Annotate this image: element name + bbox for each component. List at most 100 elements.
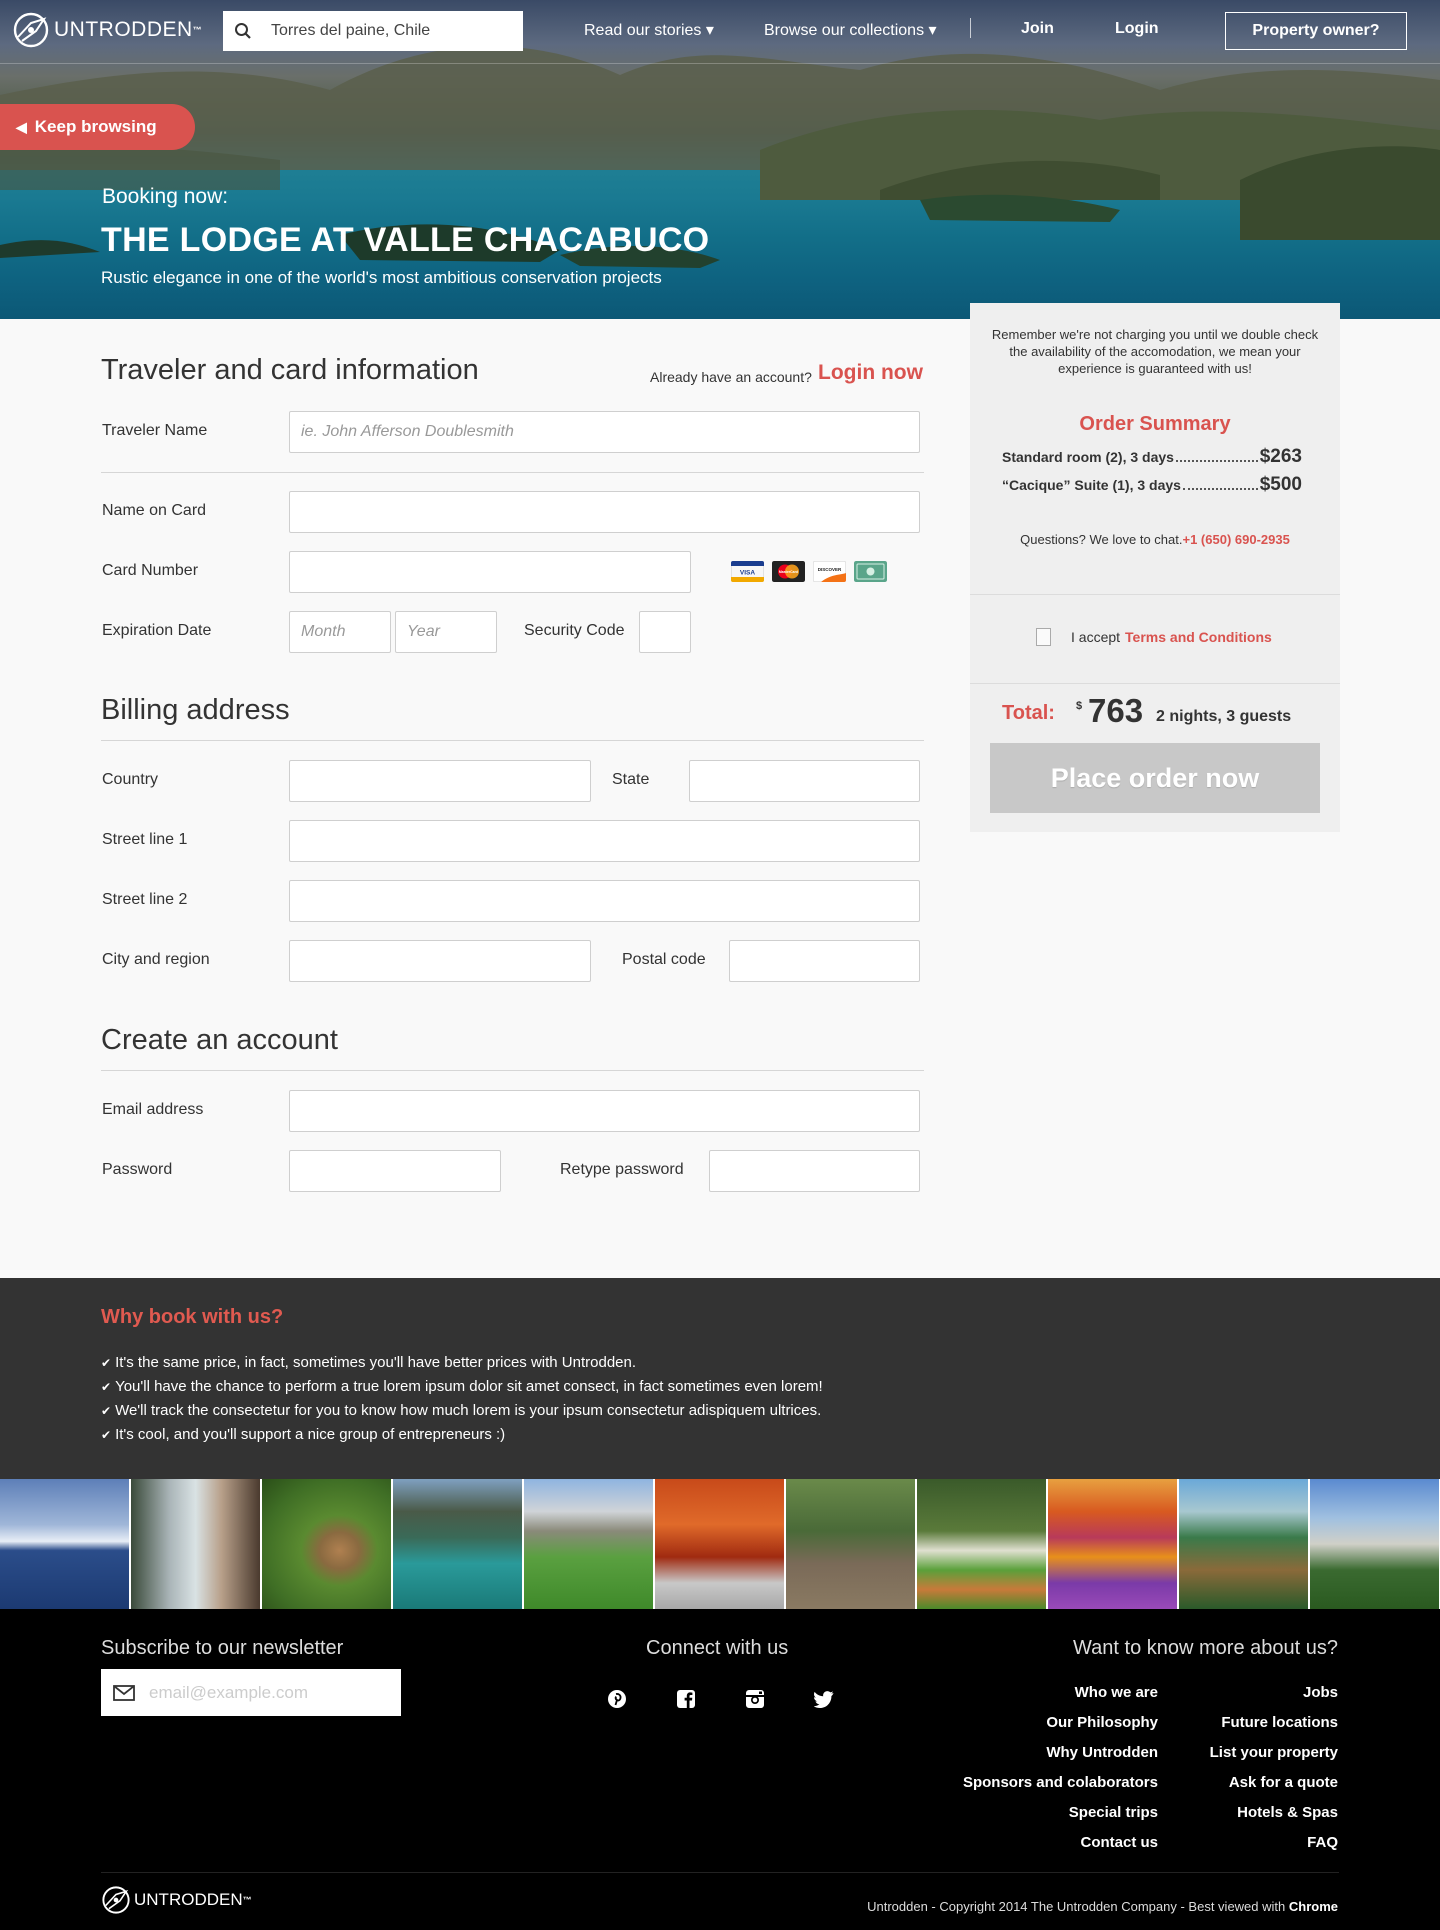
footer-link-hotels-spas[interactable]: Hotels & Spas: [1210, 1798, 1338, 1828]
currency-symbol: $: [1076, 700, 1083, 712]
envelope-icon: [113, 1684, 135, 1701]
login-link[interactable]: Login: [1115, 20, 1159, 38]
chat-line: Questions? We love to chat.+1 (650) 690-…: [970, 532, 1340, 547]
terms-link[interactable]: Terms and Conditions: [1125, 629, 1272, 645]
photo-strip: [0, 1479, 1440, 1609]
total-amount: 763: [1088, 692, 1144, 729]
street2-input[interactable]: [289, 880, 920, 922]
footer-link-faq[interactable]: FAQ: [1210, 1828, 1338, 1858]
exp-year-input[interactable]: Year: [395, 611, 497, 653]
instagram-icon[interactable]: [745, 1689, 765, 1709]
about-title: Want to know more about us?: [1073, 1637, 1338, 1659]
photo-adirondack-chairs[interactable]: [1179, 1479, 1308, 1609]
nav-divider: [970, 18, 971, 38]
retype-password-label: Retype password: [560, 1161, 684, 1178]
footer-link-philosophy[interactable]: Our Philosophy: [963, 1708, 1158, 1738]
join-link[interactable]: Join: [1021, 20, 1054, 38]
brand-logo[interactable]: UNTRODDEN ™: [12, 12, 202, 48]
photo-wildflowers[interactable]: [1048, 1479, 1177, 1609]
page-subtitle: Rustic elegance in one of the world's mo…: [101, 268, 662, 287]
email-input[interactable]: [289, 1090, 920, 1132]
photo-lake-mountains[interactable]: [0, 1479, 129, 1609]
footer-link-why-untrodden[interactable]: Why Untrodden: [963, 1738, 1158, 1768]
keep-browsing-button[interactable]: ◀ Keep browsing: [0, 104, 195, 150]
password-input[interactable]: [289, 1150, 501, 1192]
total-details: 2 nights, 3 guests: [1156, 708, 1292, 725]
photo-kayak-lake[interactable]: [393, 1479, 522, 1609]
expiration-label: Expiration Date: [102, 622, 212, 639]
city-input[interactable]: [289, 940, 591, 982]
dot-leader: [1182, 488, 1258, 490]
footer-link-future-locations[interactable]: Future locations: [1210, 1708, 1338, 1738]
twitter-icon[interactable]: [814, 1689, 834, 1709]
item-label: Standard room (2), 3 days: [1002, 449, 1174, 465]
dot-leader: [1175, 460, 1258, 462]
photo-alpine-valley[interactable]: [524, 1479, 653, 1609]
traveler-name-input[interactable]: ie. John Afferson Doublesmith: [289, 411, 920, 453]
search-bar[interactable]: Torres del paine, Chile: [223, 11, 523, 51]
booking-now-label: Booking now:: [102, 185, 229, 208]
footer-link-list-property[interactable]: List your property: [1210, 1738, 1338, 1768]
newsletter-input[interactable]: email@example.com: [101, 1669, 401, 1716]
footer-divider: [101, 1872, 1339, 1873]
order-line-item: “Cacique” Suite (1), 3 days $500: [1002, 474, 1302, 496]
charging-note: Remember we're not charging you until we…: [991, 327, 1319, 376]
country-label: Country: [102, 771, 159, 788]
compass-logo-icon: [102, 1886, 130, 1914]
why-text: It's cool, and you'll support a nice gro…: [115, 1426, 506, 1443]
footer-links-col1: Who we are Our Philosophy Why Untrodden …: [963, 1678, 1158, 1858]
photo-deer[interactable]: [262, 1479, 391, 1609]
facebook-icon[interactable]: [676, 1689, 696, 1709]
street2-label: Street line 2: [102, 891, 188, 908]
footer-link-quote[interactable]: Ask for a quote: [1210, 1768, 1338, 1798]
card-name-input[interactable]: [289, 491, 920, 533]
exp-month-input[interactable]: Month: [289, 611, 391, 653]
search-icon: [223, 22, 263, 40]
photo-waterfall[interactable]: [131, 1479, 260, 1609]
copyright-line: Untrodden - Copyright 2014 The Untrodden…: [867, 1899, 1286, 1914]
why-text: You'll have the chance to perform a true…: [115, 1378, 823, 1395]
browser-name: Chrome: [1288, 1899, 1338, 1914]
hero-banner: UNTRODDEN ™ Torres del paine, Chile Read …: [0, 0, 1440, 319]
photo-autumn-road[interactable]: [655, 1479, 784, 1609]
why-text: We'll track the consectetur for you to k…: [115, 1402, 822, 1419]
photo-hikers[interactable]: [786, 1479, 915, 1609]
search-input[interactable]: Torres del paine, Chile: [271, 22, 430, 40]
country-input[interactable]: [289, 760, 591, 802]
property-owner-button[interactable]: Property owner?: [1225, 12, 1407, 50]
security-code-input[interactable]: [639, 611, 691, 653]
discover-card-icon: DISCOVER: [813, 561, 846, 582]
footer-logo[interactable]: UNTRODDEN ™: [101, 1885, 252, 1915]
already-account-text: Already have an account?: [650, 369, 812, 385]
nav-browse-collections[interactable]: Browse our collections ▾: [764, 20, 937, 40]
copyright-text: Untrodden - Copyright 2014 The Untrodden…: [867, 1899, 1338, 1914]
check-icon: ✔: [101, 1428, 112, 1442]
footer-link-jobs[interactable]: Jobs: [1210, 1678, 1338, 1708]
street1-input[interactable]: [289, 820, 920, 862]
login-now-link[interactable]: Login now: [818, 361, 923, 385]
brand-name: UNTRODDEN: [54, 18, 193, 41]
footer-link-sponsors[interactable]: Sponsors and colaborators: [963, 1768, 1158, 1798]
photo-stone-bridge[interactable]: [1310, 1479, 1439, 1609]
phone-link[interactable]: +1 (650) 690-2935: [1183, 532, 1290, 547]
site-footer: Subscribe to our newsletter email@exampl…: [0, 1609, 1440, 1930]
visa-card-text: VISA: [740, 570, 755, 577]
list-item: ✔ You'll have the chance to perform a tru…: [101, 1375, 823, 1399]
footer-link-special-trips[interactable]: Special trips: [963, 1798, 1158, 1828]
card-name-label: Name on Card: [102, 502, 207, 519]
nav-read-stories[interactable]: Read our stories ▾: [584, 20, 714, 40]
total-label: Total:: [1002, 702, 1055, 724]
retype-password-input[interactable]: [709, 1150, 920, 1192]
place-order-button[interactable]: Place order now: [990, 743, 1320, 813]
state-label: State: [612, 771, 650, 788]
check-icon: ✔: [101, 1404, 112, 1418]
terms-checkbox[interactable]: [1036, 628, 1051, 646]
footer-link-contact[interactable]: Contact us: [963, 1828, 1158, 1858]
card-number-input[interactable]: [289, 551, 691, 593]
photo-plantation[interactable]: [917, 1479, 1046, 1609]
footer-link-who-we-are[interactable]: Who we are: [963, 1678, 1158, 1708]
pinterest-icon[interactable]: [607, 1689, 627, 1709]
state-input[interactable]: [689, 760, 920, 802]
list-item: ✔ It's the same price, in fact, sometimes…: [101, 1351, 823, 1375]
postal-code-input[interactable]: [729, 940, 920, 982]
